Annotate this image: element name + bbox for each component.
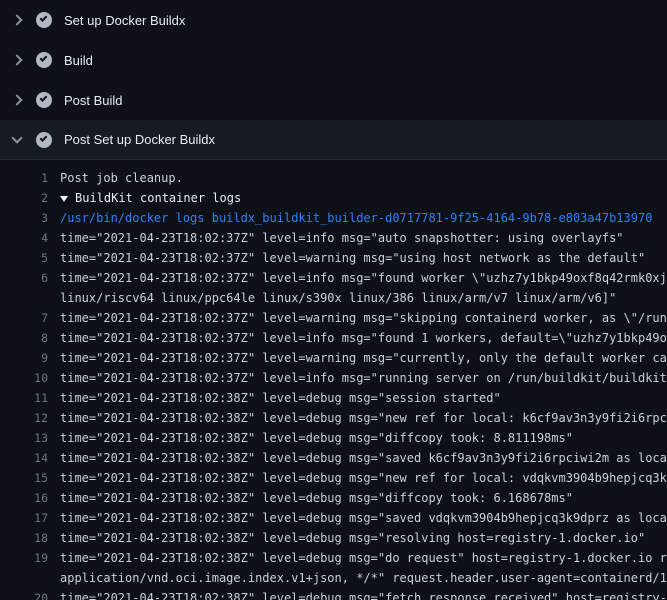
log-group-text: BuildKit container logs (60, 188, 241, 208)
log-line: 20 time="2021-04-23T18:02:38Z" level=debu… (0, 588, 667, 600)
step-title: Set up Docker Buildx (64, 13, 185, 28)
log-text: time="2021-04-23T18:02:37Z" level=info m… (60, 228, 624, 248)
triangle-down-icon (60, 196, 68, 202)
chevron-right-icon (11, 54, 22, 65)
line-number[interactable]: 10 (0, 368, 48, 388)
log-line: 1 Post job cleanup. (0, 168, 667, 188)
line-number[interactable]: 16 (0, 488, 48, 508)
actions-log-viewer: Set up Docker Buildx Build Post Build Post … (0, 0, 667, 600)
log-text: time="2021-04-23T18:02:38Z" level=debug … (60, 508, 667, 528)
line-number[interactable]: 1 (0, 168, 48, 188)
line-number[interactable]: 7 (0, 308, 48, 328)
step-header-post-set-up-docker-buildx[interactable]: Post Set up Docker Buildx (0, 120, 667, 160)
log-line: 19 time="2021-04-23T18:02:38Z" level=debu… (0, 548, 667, 568)
log-line: application/vnd.oci.image.index.v1+json,… (0, 568, 667, 588)
step-header-build[interactable]: Build (0, 40, 667, 80)
log-line: 8 time="2021-04-23T18:02:37Z" level=info … (0, 328, 667, 348)
log-line: 13 time="2021-04-23T18:02:38Z" level=debu… (0, 428, 667, 448)
line-number[interactable]: 2 (0, 188, 48, 208)
log-line: 7 time="2021-04-23T18:02:37Z" level=warni… (0, 308, 667, 328)
log-line: 3/usr/bin/docker logs buildx_buildkit_bu… (0, 208, 667, 228)
log-text: time="2021-04-23T18:02:38Z" level=debug … (60, 548, 667, 568)
line-number[interactable]: 15 (0, 468, 48, 488)
line-number[interactable]: 17 (0, 508, 48, 528)
log-text: time="2021-04-23T18:02:38Z" level=debug … (60, 448, 667, 468)
line-number[interactable]: 11 (0, 388, 48, 408)
step-header-set-up-docker-buildx[interactable]: Set up Docker Buildx (0, 0, 667, 40)
log-text: time="2021-04-23T18:02:37Z" level=info m… (60, 268, 667, 288)
line-number (0, 568, 48, 588)
log-text: time="2021-04-23T18:02:37Z" level=info m… (60, 328, 667, 348)
line-number[interactable]: 14 (0, 448, 48, 468)
log-line: 14 time="2021-04-23T18:02:38Z" level=debu… (0, 448, 667, 468)
log-command-text: /usr/bin/docker logs buildx_buildkit_bui… (60, 208, 652, 228)
log-text: time="2021-04-23T18:02:38Z" level=debug … (60, 488, 573, 508)
step-title: Post Set up Docker Buildx (64, 132, 215, 147)
log-line: 18 time="2021-04-23T18:02:38Z" level=debu… (0, 528, 667, 548)
log-line: 6 time="2021-04-23T18:02:37Z" level=info … (0, 268, 667, 288)
line-number[interactable]: 6 (0, 268, 48, 288)
step-header-post-build[interactable]: Post Build (0, 80, 667, 120)
log-text: time="2021-04-23T18:02:38Z" level=debug … (60, 428, 573, 448)
log-line: 10 time="2021-04-23T18:02:37Z" level=info… (0, 368, 667, 388)
line-number (0, 288, 48, 308)
log-group-toggle[interactable]: 2 BuildKit container logs (0, 188, 667, 208)
log-text: time="2021-04-23T18:02:38Z" level=debug … (60, 528, 645, 548)
log-group-label: BuildKit container logs (75, 191, 241, 205)
line-number[interactable]: 9 (0, 348, 48, 368)
log-line: 11 time="2021-04-23T18:02:38Z" level=debu… (0, 388, 667, 408)
log-text: time="2021-04-23T18:02:38Z" level=debug … (60, 388, 501, 408)
log-line: 12 time="2021-04-23T18:02:38Z" level=debu… (0, 408, 667, 428)
log-line: linux/riscv64 linux/ppc64le linux/s390x … (0, 288, 667, 308)
steps-list: Set up Docker Buildx Build Post Build Post … (0, 0, 667, 160)
check-mark (40, 94, 48, 102)
log-text: time="2021-04-23T18:02:38Z" level=debug … (60, 468, 667, 488)
log-text: application/vnd.oci.image.index.v1+json,… (60, 568, 667, 588)
success-check-icon (36, 12, 52, 28)
log-text: time="2021-04-23T18:02:37Z" level=warnin… (60, 348, 667, 368)
log-text: time="2021-04-23T18:02:37Z" level=info m… (60, 368, 667, 388)
log-line: 15 time="2021-04-23T18:02:38Z" level=debu… (0, 468, 667, 488)
line-number[interactable]: 13 (0, 428, 48, 448)
check-mark (40, 14, 48, 22)
success-check-icon (36, 92, 52, 108)
log-line: 9 time="2021-04-23T18:02:37Z" level=warni… (0, 348, 667, 368)
log-line: 5 time="2021-04-23T18:02:37Z" level=warni… (0, 248, 667, 268)
log-text: linux/riscv64 linux/ppc64le linux/s390x … (60, 288, 616, 308)
chevron-right-icon (11, 94, 22, 105)
line-number[interactable]: 3 (0, 208, 48, 228)
log-text: time="2021-04-23T18:02:37Z" level=warnin… (60, 308, 667, 328)
line-number[interactable]: 19 (0, 548, 48, 568)
log-line: 17 time="2021-04-23T18:02:38Z" level=debu… (0, 508, 667, 528)
line-number[interactable]: 8 (0, 328, 48, 348)
check-mark (40, 54, 48, 62)
step-title: Post Build (64, 93, 123, 108)
chevron-right-icon (11, 14, 22, 25)
log-line: 16 time="2021-04-23T18:02:38Z" level=debu… (0, 488, 667, 508)
chevron-down-icon (11, 132, 22, 143)
line-number[interactable]: 18 (0, 528, 48, 548)
check-mark (40, 134, 48, 142)
success-check-icon (36, 52, 52, 68)
line-number[interactable]: 12 (0, 408, 48, 428)
log-text: time="2021-04-23T18:02:38Z" level=debug … (60, 408, 667, 428)
log-text: time="2021-04-23T18:02:37Z" level=warnin… (60, 248, 645, 268)
line-number[interactable]: 5 (0, 248, 48, 268)
log-text: Post job cleanup. (60, 168, 183, 188)
success-check-icon (36, 132, 52, 148)
line-number[interactable]: 20 (0, 588, 48, 600)
step-title: Build (64, 53, 93, 68)
log-line: 4 time="2021-04-23T18:02:37Z" level=info … (0, 228, 667, 248)
line-number[interactable]: 4 (0, 228, 48, 248)
log-area: 1 Post job cleanup. 2 BuildKit container lo… (0, 160, 667, 600)
log-text: time="2021-04-23T18:02:38Z" level=debug … (60, 588, 667, 600)
